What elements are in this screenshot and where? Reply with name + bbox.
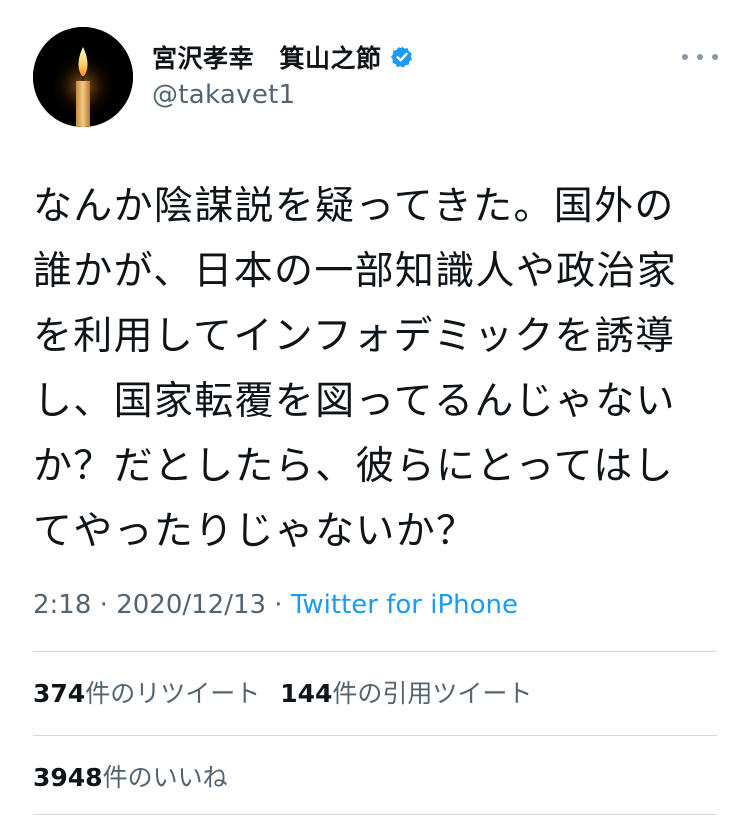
likes-label: 件のいいね: [102, 763, 228, 792]
dot: [712, 54, 718, 60]
tweet-text-line: 誰かが、日本の一部知識人や政治家: [33, 249, 678, 294]
retweets-label: 件のリツイート: [85, 679, 261, 708]
divider: [33, 735, 717, 736]
tweet-text-line: なんか陰謀説を疑ってきた。国外の: [33, 184, 675, 229]
candle-image: [33, 27, 133, 127]
divider: [33, 814, 717, 815]
user-handle[interactable]: @takavet1: [152, 80, 414, 110]
likes-stats: 3948件のいいね: [33, 758, 228, 794]
meta-separator: ·: [91, 590, 117, 620]
dot: [682, 54, 688, 60]
tweet-text-line: を利用してインフォデミックを誘導: [33, 314, 676, 359]
dot: [697, 54, 703, 60]
retweets-count: 374: [33, 679, 86, 708]
tweet-text: なんか陰謀説を疑ってきた。国外の 誰かが、日本の一部知識人や政治家 を利用してイ…: [33, 174, 705, 564]
tweet-time[interactable]: 2:18: [33, 590, 91, 620]
avatar[interactable]: [33, 27, 133, 127]
divider: [33, 651, 717, 652]
display-name-row: 宮沢孝幸 箕山之節: [152, 40, 414, 74]
likes-stat[interactable]: 3948件のいいね: [33, 763, 228, 792]
display-name[interactable]: 宮沢孝幸 箕山之節: [152, 39, 382, 75]
likes-count: 3948: [33, 763, 103, 792]
quotes-count: 144: [280, 679, 333, 708]
engagement-stats: 374件のリツイート 144件の引用ツイート: [33, 674, 532, 710]
tweet-date[interactable]: 2020/12/13: [116, 590, 266, 620]
verified-badge-icon: [390, 45, 414, 69]
tweet-detail: 宮沢孝幸 箕山之節 @takavet1 なんか陰謀説を疑ってきた。国外の 誰かが…: [0, 0, 750, 819]
tweet-text-line: し、国家転覆を図ってるんじゃない: [33, 379, 676, 424]
more-options-icon[interactable]: [682, 46, 718, 68]
quotes-label: 件の引用ツイート: [332, 679, 533, 708]
tweet-text-line: てやったりじゃないか？: [33, 509, 477, 554]
quotes-stat[interactable]: 144件の引用ツイート: [280, 679, 532, 708]
tweet-source[interactable]: Twitter for iPhone: [291, 590, 518, 620]
user-header: 宮沢孝幸 箕山之節 @takavet1: [152, 40, 414, 110]
tweet-text-line: か？だとしたら、彼らにとってはし: [33, 444, 674, 489]
retweets-stat[interactable]: 374件のリツイート: [33, 679, 260, 708]
meta-separator: ·: [266, 590, 291, 620]
tweet-meta: 2:18 · 2020/12/13 · Twitter for iPhone: [33, 590, 518, 620]
